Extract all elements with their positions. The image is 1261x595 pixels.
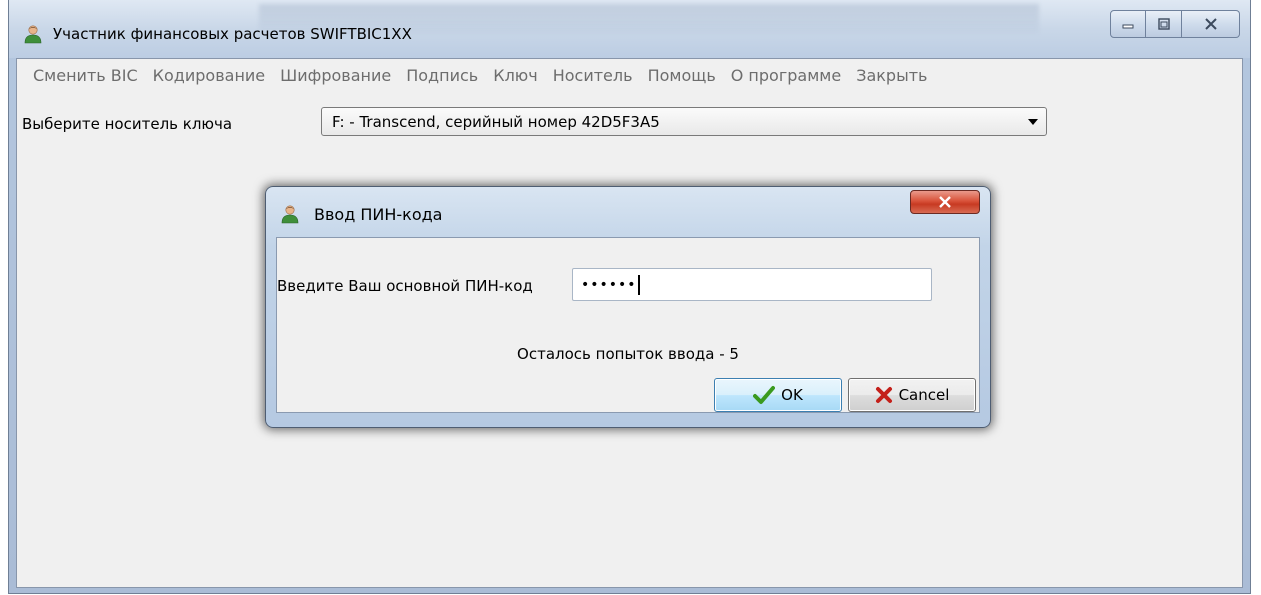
caption-buttons: [1110, 10, 1240, 40]
maximize-icon: [1157, 18, 1170, 30]
carrier-selected-value: F: - Transcend, серийный номер 42D5F3A5: [332, 112, 660, 131]
pin-value: ••••••: [581, 276, 637, 293]
minimize-button[interactable]: [1110, 10, 1146, 38]
maximize-button[interactable]: [1146, 10, 1182, 38]
checkmark-icon: [753, 386, 776, 404]
ok-button[interactable]: OK: [714, 378, 842, 412]
carrier-label: Выберите носитель ключа: [22, 115, 233, 133]
minimize-icon: [1122, 24, 1134, 29]
attempts-remaining: Осталось попыток ввода - 5: [517, 345, 739, 363]
pin-label: Введите Ваш основной ПИН-код: [277, 277, 533, 295]
menu-bar: Сменить BIC Кодирование Шифрование Подпи…: [17, 59, 1242, 91]
dialog-close-button[interactable]: [910, 190, 980, 214]
dialog-body: Введите Ваш основной ПИН-код •••••• Оста…: [276, 237, 980, 413]
chevron-down-icon: [1028, 119, 1038, 125]
cancel-button[interactable]: Cancel: [848, 378, 976, 412]
cross-icon: [875, 387, 892, 403]
menu-close[interactable]: Закрыть: [856, 66, 927, 85]
user-icon: [281, 205, 299, 224]
close-icon: [939, 196, 951, 208]
menu-change-bic[interactable]: Сменить BIC: [33, 66, 138, 85]
window-title: Участник финансовых расчетов SWIFTBIC1XX: [53, 25, 412, 43]
carrier-select[interactable]: F: - Transcend, серийный номер 42D5F3A5: [321, 107, 1047, 136]
menu-help[interactable]: Помощь: [648, 66, 716, 85]
user-icon: [24, 25, 42, 44]
pin-input[interactable]: ••••••: [572, 268, 932, 301]
close-button[interactable]: [1182, 10, 1240, 38]
text-caret: [637, 274, 640, 295]
menu-encryption[interactable]: Шифрование: [280, 66, 391, 85]
cancel-label: Cancel: [898, 386, 950, 404]
dialog-title: Ввод ПИН-кода: [314, 205, 443, 224]
screen: Участник финансовых расчетов SWIFTBIC1XX…: [0, 0, 1261, 595]
ok-label: OK: [781, 386, 803, 404]
menu-about[interactable]: О программе: [731, 66, 841, 85]
pin-dialog: Ввод ПИН-кода Введите Ваш основной ПИН-к…: [265, 186, 991, 428]
menu-signature[interactable]: Подпись: [406, 66, 478, 85]
menu-encoding[interactable]: Кодирование: [153, 66, 266, 85]
menu-key[interactable]: Ключ: [493, 66, 538, 85]
menu-carrier[interactable]: Носитель: [553, 66, 633, 85]
titlebar[interactable]: Участник финансовых расчетов SWIFTBIC1XX: [9, 0, 1250, 58]
close-icon: [1204, 18, 1217, 30]
